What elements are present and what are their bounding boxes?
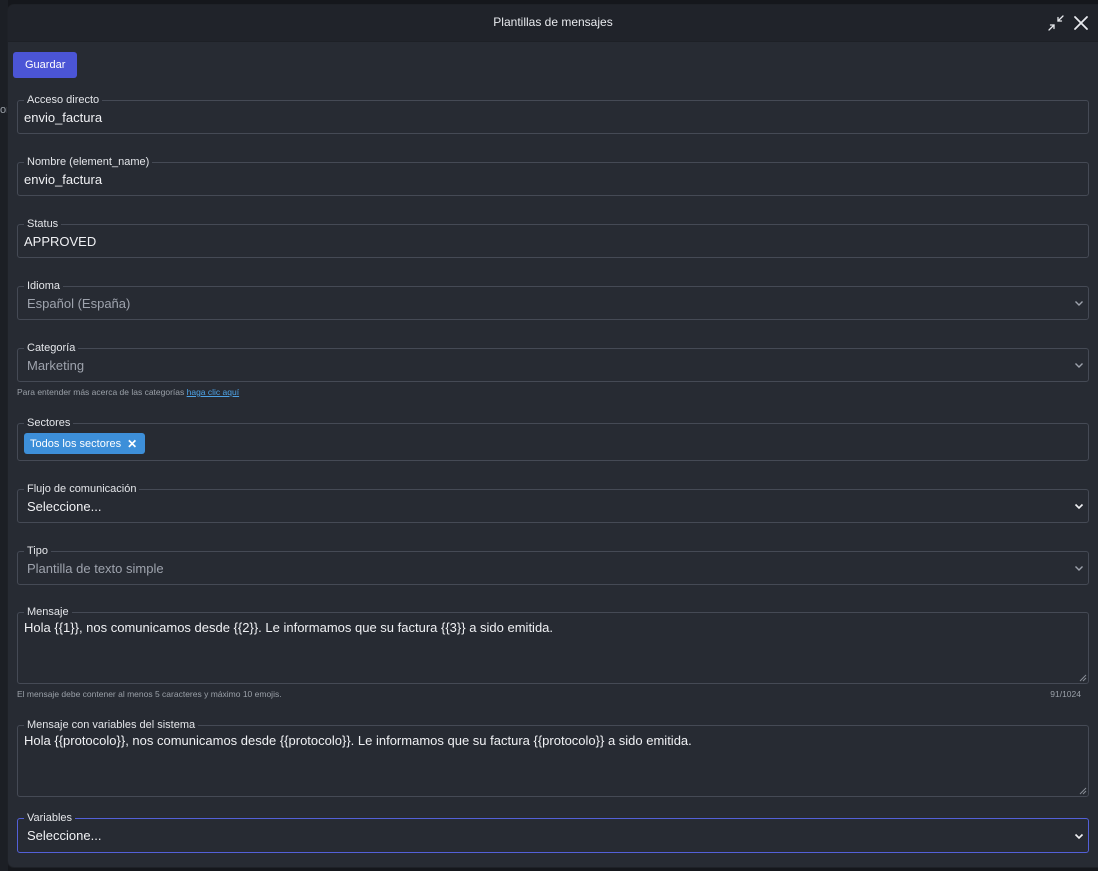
chevron-down-icon — [1075, 566, 1083, 571]
shortcut-field[interactable]: Acceso directo envio_factura — [17, 93, 1089, 134]
modal-title: Plantillas de mensajes — [493, 15, 613, 29]
category-help-text: Para entender más acerca de las categorí… — [17, 387, 187, 397]
resize-handle-icon[interactable] — [1079, 787, 1087, 795]
compress-icon[interactable] — [1046, 13, 1066, 33]
templates-modal: Plantillas de mensajes Guardar Acceso di… — [8, 5, 1098, 867]
variables-value: Seleccione... — [27, 828, 102, 843]
type-select[interactable]: Tipo Plantilla de texto simple — [17, 544, 1089, 585]
save-button[interactable]: Guardar — [13, 52, 78, 78]
sectors-field[interactable]: Sectores Todos los sectores ✕ — [17, 416, 1089, 461]
shortcut-value: envio_factura — [24, 109, 103, 125]
language-value: Español (España) — [27, 295, 131, 311]
system-message-value: Hola {{protocolo}}, nos comunicamos desd… — [24, 733, 692, 748]
chevron-down-icon — [1074, 833, 1084, 839]
resize-handle-icon[interactable] — [1079, 674, 1087, 682]
page-backdrop — [0, 0, 8, 871]
message-label: Mensaje — [24, 605, 72, 619]
category-value: Marketing — [27, 357, 85, 373]
sectors-label: Sectores — [24, 416, 74, 430]
chevron-down-icon — [1075, 301, 1083, 306]
message-textarea[interactable]: Mensaje Hola {{1}}, nos comunicamos desd… — [17, 605, 1089, 684]
message-char-counter: 91/1024 — [1050, 689, 1081, 699]
sector-chip-label: Todos los sectores — [30, 437, 122, 450]
variables-select[interactable]: Variables Seleccione... — [17, 811, 1089, 853]
chevron-down-icon — [1074, 503, 1084, 510]
sector-chip: Todos los sectores ✕ — [24, 433, 146, 454]
language-select[interactable]: Idioma Español (España) — [17, 279, 1089, 320]
element-name-value: envio_factura — [24, 171, 103, 187]
communication-flow-select[interactable]: Flujo de comunicación Seleccione... — [17, 482, 1089, 523]
message-help: El mensaje debe contener al menos 5 cara… — [17, 689, 282, 699]
remove-chip-icon[interactable]: ✕ — [127, 438, 137, 450]
system-message-textarea[interactable]: Mensaje con variables del sistema Hola {… — [17, 718, 1089, 797]
communication-flow-value: Seleccione... — [27, 498, 102, 514]
system-message-label: Mensaje con variables del sistema — [24, 718, 199, 732]
status-value: APPROVED — [24, 233, 97, 249]
chevron-down-icon — [1075, 363, 1083, 368]
message-value: Hola {{1}}, nos comunicamos desde {{2}}.… — [24, 620, 554, 635]
category-select[interactable]: Categoría Marketing — [17, 341, 1089, 382]
modal-header: Plantillas de mensajes — [8, 5, 1098, 42]
category-help: Para entender más acerca de las categorí… — [17, 387, 239, 397]
element-name-field[interactable]: Nombre (element_name) envio_factura — [17, 155, 1089, 196]
status-field[interactable]: Status APPROVED — [17, 217, 1089, 258]
close-icon[interactable] — [1071, 13, 1091, 33]
category-help-link[interactable]: haga clic aquí — [187, 387, 239, 397]
type-value: Plantilla de texto simple — [27, 560, 164, 576]
